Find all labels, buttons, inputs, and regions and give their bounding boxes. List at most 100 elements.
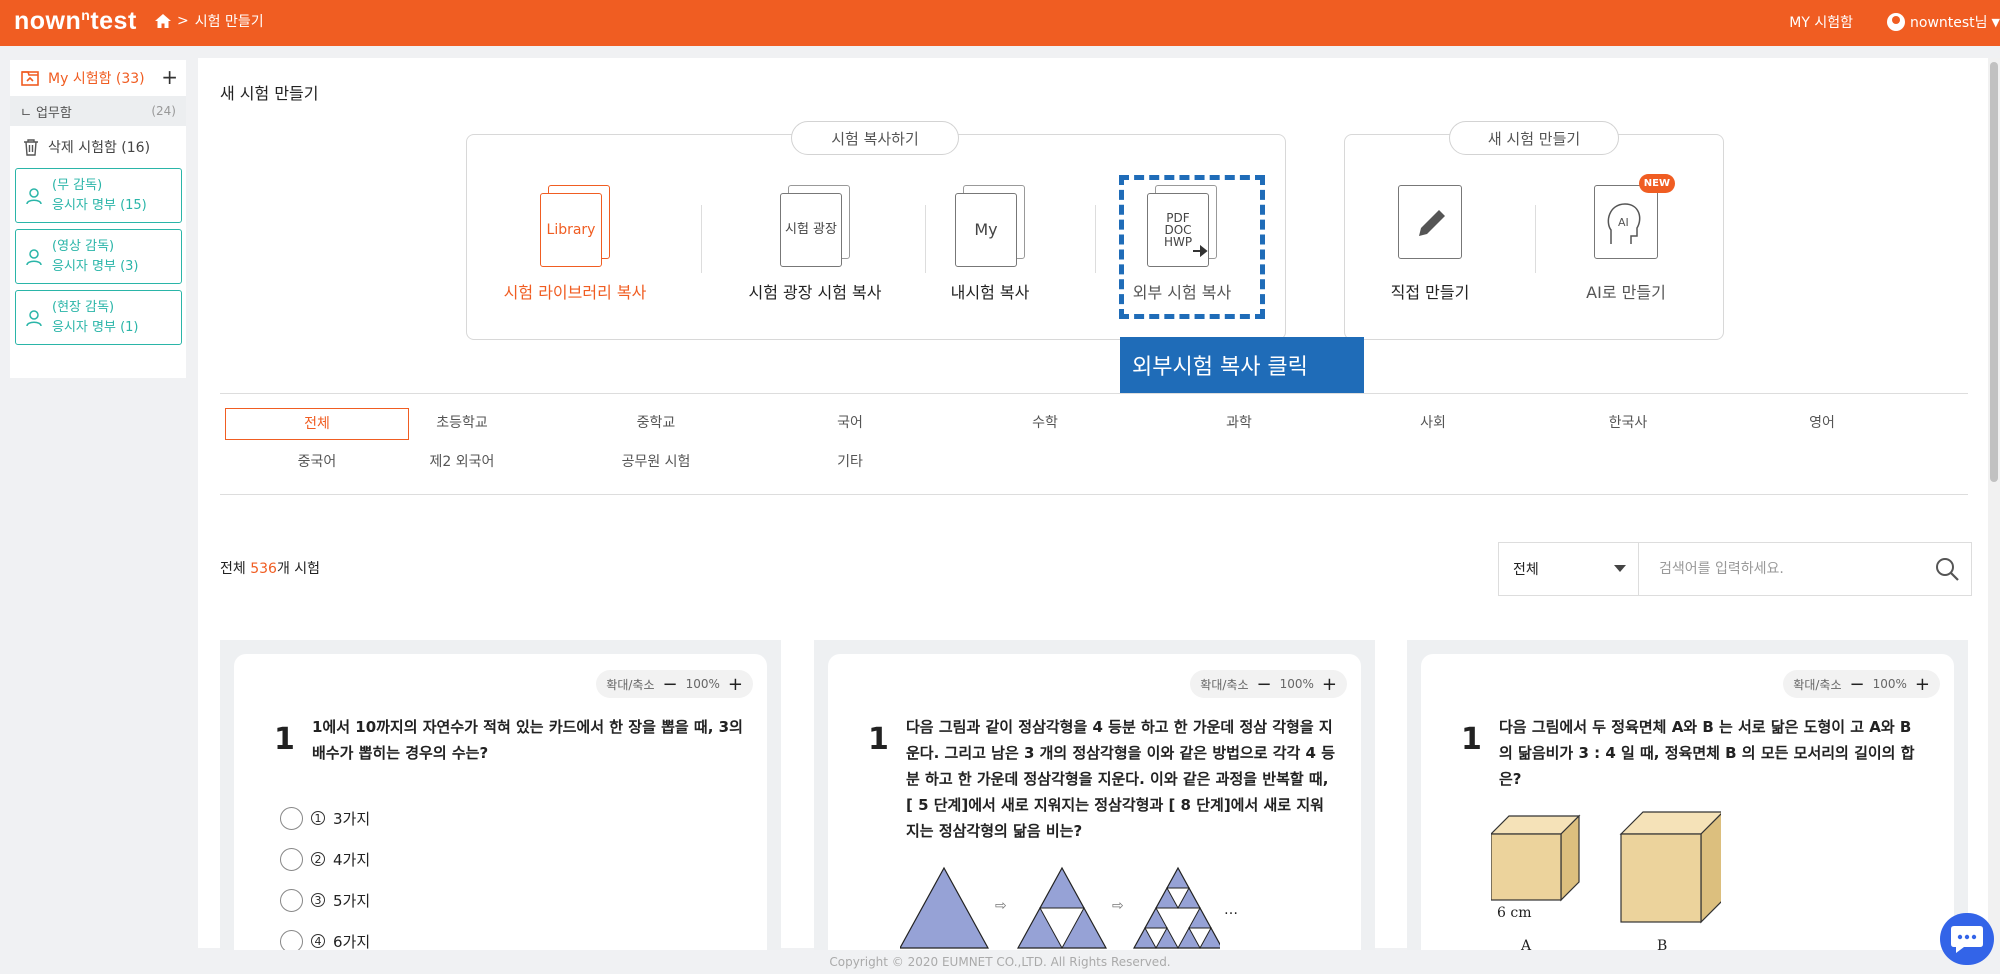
question-text: 다음 그림과 같이 정삼각형을 4 등분 하고 한 가운데 정삼 각형을 지운다… xyxy=(906,718,1336,840)
sidebar-item-work[interactable]: ㄴ 업무함 (24) xyxy=(10,96,186,126)
user-avatar-icon xyxy=(1887,13,1905,31)
my-exam-copy-option[interactable]: My 내시험 복사 xyxy=(905,185,1075,303)
logo[interactable]: nownntest xyxy=(14,7,137,36)
person-icon xyxy=(26,309,42,326)
radio-button[interactable] xyxy=(280,929,303,950)
person-icon xyxy=(26,187,42,204)
breadcrumb-current: 시험 만들기 xyxy=(194,14,264,30)
sidebar-item-trash[interactable]: 삭제 시험함 (16) xyxy=(10,126,186,168)
choice-item[interactable]: 2 4가지 xyxy=(280,847,370,871)
copy-exam-group-label: 시험 복사하기 xyxy=(791,121,959,155)
zoom-control: 확대/축소 −100% + xyxy=(1783,670,1940,698)
exam-card[interactable]: 확대/축소 −100% + 1 1에서 10까지의 자연수가 적혀 있는 카드에서 … xyxy=(220,640,781,950)
figure-label-b: B xyxy=(1657,938,1668,950)
radio-button[interactable] xyxy=(280,847,303,871)
category-korean[interactable]: 국어 xyxy=(758,408,942,440)
sidebar-item-onsite-supervision[interactable]: (현장 감독) 응시자 명부 (1) xyxy=(15,290,182,345)
exam-plaza-icon: 시험 광장 xyxy=(776,185,854,267)
choice-item[interactable]: 4 6가지 xyxy=(280,929,370,950)
add-folder-button[interactable]: + xyxy=(161,65,178,89)
sidebar-my-box[interactable]: My 시험함 (33) + xyxy=(10,60,186,96)
my-exams-link[interactable]: MY 시험함 xyxy=(1789,12,1853,32)
sidebar-item-work-label: 업무함 xyxy=(35,105,72,121)
highlight-box xyxy=(1119,175,1265,319)
search-icon xyxy=(1936,558,1959,581)
category-elementary[interactable]: 초등학교 xyxy=(370,408,554,440)
zoom-in-button[interactable]: + xyxy=(1322,674,1337,695)
zoom-out-button[interactable]: − xyxy=(1850,674,1865,695)
library-icon: Library xyxy=(536,185,614,267)
category-second-language[interactable]: 제2 외국어 xyxy=(370,447,554,479)
search-bar: 전체 xyxy=(1498,542,1972,596)
category-korean-history[interactable]: 한국사 xyxy=(1536,408,1720,440)
plaza-copy-option[interactable]: 시험 광장 시험 광장 시험 복사 xyxy=(720,185,910,303)
chevron-down-icon[interactable]: ▼ xyxy=(1992,16,2000,29)
svg-text:⇨: ⇨ xyxy=(1112,898,1124,914)
create-manually-option[interactable]: 직접 만들기 xyxy=(1345,185,1515,303)
plaza-copy-label: 시험 광장 시험 복사 xyxy=(748,283,882,302)
category-science[interactable]: 과학 xyxy=(1147,408,1331,440)
zoom-out-button[interactable]: − xyxy=(663,674,678,695)
instruction-callout: 외부시험 복사 클릭 xyxy=(1120,337,1364,393)
chevron-right-icon: > xyxy=(177,13,189,29)
svg-text:⇨: ⇨ xyxy=(995,898,1007,914)
sidebar-my-box-label: My 시험함 (33) xyxy=(48,71,145,87)
category-civil-service[interactable]: 공무원 시험 xyxy=(564,447,748,479)
divider xyxy=(701,205,702,273)
page-title: 새 시험 만들기 xyxy=(220,84,319,103)
category-math[interactable]: 수학 xyxy=(953,408,1137,440)
create-ai-option[interactable]: AI NEW AI로 만들기 xyxy=(1541,174,1711,303)
top-bar: nownntest > 시험 만들기 MY 시험함 nowntest님 ▼ xyxy=(0,0,2000,46)
divider xyxy=(1535,205,1536,273)
roster-label: 응시자 명부 (1) xyxy=(52,319,139,335)
trash-icon xyxy=(24,139,38,156)
radio-button[interactable] xyxy=(280,888,303,912)
exam-card[interactable]: 확대/축소 −100% + 1 다음 그림과 같이 정삼각형을 4 등분 하고 한 … xyxy=(814,640,1375,950)
person-icon xyxy=(26,248,42,265)
new-badge: NEW xyxy=(1638,174,1675,193)
exam-preview: 확대/축소 −100% + 1 다음 그림과 같이 정삼각형을 4 등분 하고 한 … xyxy=(828,654,1361,950)
sidebar: My 시험함 (33) + ㄴ 업무함 (24) 삭제 시험함 (16) (무 … xyxy=(10,60,186,378)
search-button[interactable] xyxy=(1923,556,1971,582)
sub-indent-icon: ㄴ xyxy=(20,105,32,121)
divider xyxy=(1095,205,1096,273)
new-exam-group: 새 시험 만들기 직접 만들기 AI NEW AI로 만들기 xyxy=(1344,121,1724,340)
roster-label: 응시자 명부 (3) xyxy=(52,258,139,274)
category-filter: 전체 초등학교 중학교 국어 수학 과학 사회 한국사 영어 중국어 제2 외국… xyxy=(220,393,1968,495)
zoom-in-button[interactable]: + xyxy=(728,674,743,695)
exam-card[interactable]: 확대/축소 −100% + 1 다음 그림에서 두 정육면체 A와 B 는 서로 닮… xyxy=(1407,640,1968,950)
home-icon[interactable] xyxy=(155,14,171,28)
category-english[interactable]: 영어 xyxy=(1730,408,1914,440)
roster-label: 응시자 명부 (15) xyxy=(52,197,147,213)
ellipsis: … xyxy=(1224,902,1238,918)
main-panel: 새 시험 만들기 시험 복사하기 Library 시험 라이브러리 복사 시험 … xyxy=(198,58,1988,950)
zoom-in-button[interactable]: + xyxy=(1915,674,1930,695)
category-middle[interactable]: 중학교 xyxy=(564,408,748,440)
category-social[interactable]: 사회 xyxy=(1341,408,1525,440)
exam-preview: 확대/축소 −100% + 1 다음 그림에서 두 정육면체 A와 B 는 서로 닮… xyxy=(1421,654,1954,950)
ai-icon: AI NEW xyxy=(1594,174,1675,259)
search-input[interactable] xyxy=(1639,543,1923,595)
library-copy-option[interactable]: Library 시험 라이브러리 복사 xyxy=(490,185,660,303)
question-text: 다음 그림에서 두 정육면체 A와 B 는 서로 닮은 도형이 고 A와 B 의… xyxy=(1499,718,1915,788)
sidebar-item-no-supervision[interactable]: (무 감독) 응시자 명부 (15) xyxy=(15,168,182,223)
my-exam-copy-label: 내시험 복사 xyxy=(950,283,1030,302)
supervision-type: (현장 감독) xyxy=(52,299,115,315)
chat-button[interactable] xyxy=(1940,913,1994,965)
radio-button[interactable] xyxy=(280,806,303,830)
category-other[interactable]: 기타 xyxy=(758,447,942,479)
zoom-control: 확대/축소 −100% + xyxy=(596,670,753,698)
sidebar-item-work-count: (24) xyxy=(151,104,176,118)
figure-label-a: A xyxy=(1521,938,1532,950)
footer-copyright: Copyright © 2020 EUMNET CO.,LTD. All Rig… xyxy=(829,955,1171,969)
search-scope-select[interactable]: 전체 xyxy=(1499,543,1639,595)
zoom-out-button[interactable]: − xyxy=(1257,674,1272,695)
scrollbar-thumb[interactable] xyxy=(1990,62,1998,482)
question-number: 1 xyxy=(868,722,889,757)
user-menu[interactable]: nowntest님 xyxy=(1910,12,1988,32)
triangle-figure: ⇨ ⇨ xyxy=(900,866,1220,950)
sidebar-item-video-supervision[interactable]: (영상 감독) 응시자 명부 (3) xyxy=(15,229,182,284)
choice-item[interactable]: 3 5가지 xyxy=(280,888,370,912)
sidebar-item-trash-label: 삭제 시험함 (16) xyxy=(48,140,151,156)
choice-item[interactable]: 1 3가지 xyxy=(280,806,370,830)
